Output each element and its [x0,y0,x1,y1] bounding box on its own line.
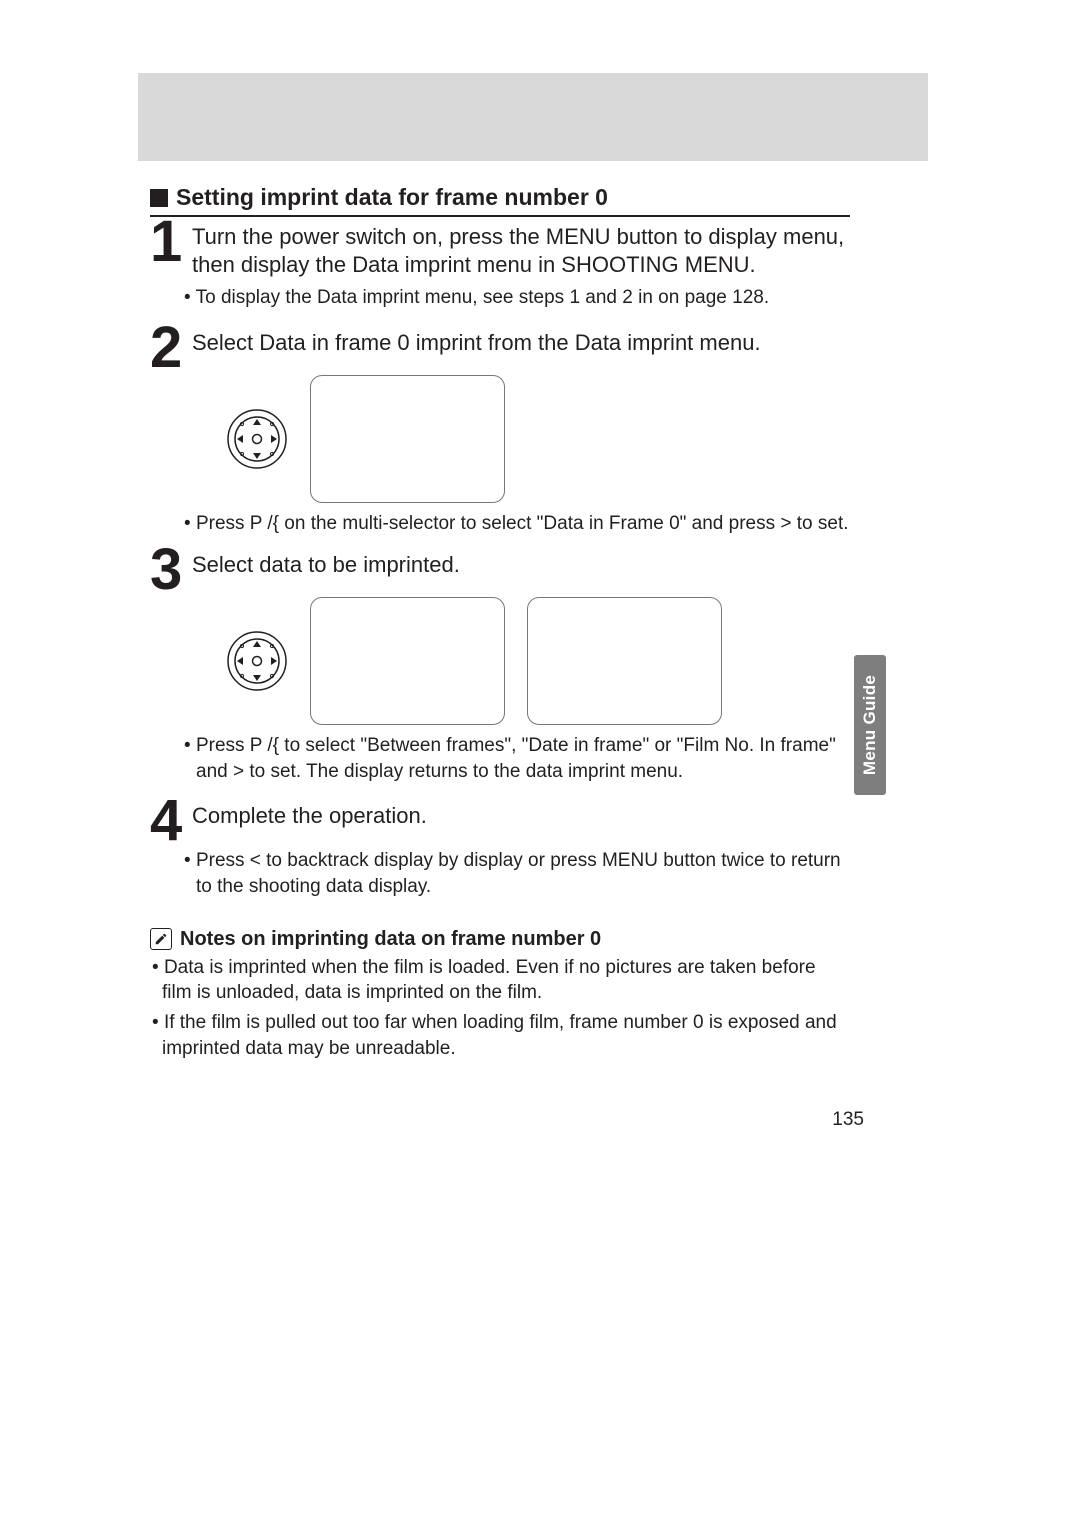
step-number: 4 [150,792,182,850]
section-title: Setting imprint data for frame number 0 [176,184,608,211]
side-tab: Menu Guide [854,655,886,795]
square-bullet-icon [150,189,168,207]
step-sub: Press < to backtrack display by display … [182,848,850,899]
step-1: 1 Turn the power switch on, press the ME… [150,223,850,311]
step-heading: Select Data in frame 0 imprint from the … [192,329,850,357]
page-content: Setting imprint data for frame number 0 … [150,184,850,1061]
step-3-figures [226,597,850,725]
step-heading: Select data to be imprinted. [192,551,850,579]
pencil-icon [150,928,172,950]
lcd-screen-placeholder [310,375,505,503]
note-item: Data is imprinted when the film is loade… [150,955,850,1006]
step-sub: Press P /{ to select "Between frames", "… [182,733,850,784]
header-band [138,73,928,161]
multi-selector-icon [226,408,288,470]
lcd-screen-placeholder [527,597,722,725]
manual-page: Menu Guide Setting imprint data for fram… [0,0,1080,1526]
step-2-figures [226,375,850,503]
notes-heading-row: Notes on imprinting data on frame number… [150,928,850,951]
section-title-row: Setting imprint data for frame number 0 [150,184,850,217]
step-heading: Turn the power switch on, press the MENU… [192,223,850,279]
notes-title: Notes on imprinting data on frame number… [180,928,601,951]
step-number: 1 [150,213,182,271]
step-2: 2 Select Data in frame 0 imprint from th… [150,329,850,537]
page-number: 135 [832,1109,864,1131]
step-4: 4 Complete the operation. Press < to bac… [150,802,850,899]
multi-selector-icon [226,630,288,692]
lcd-screen-placeholder [310,597,505,725]
side-tab-label: Menu Guide [860,675,880,775]
step-number: 3 [150,541,182,599]
step-sub: To display the Data imprint menu, see st… [182,285,850,311]
step-sub: Press P /{ on the multi-selector to sele… [182,511,850,537]
step-3: 3 Select data to be imprinted. [150,551,850,784]
note-item: If the film is pulled out too far when l… [150,1010,850,1061]
step-heading: Complete the operation. [192,802,850,830]
step-number: 2 [150,319,182,377]
